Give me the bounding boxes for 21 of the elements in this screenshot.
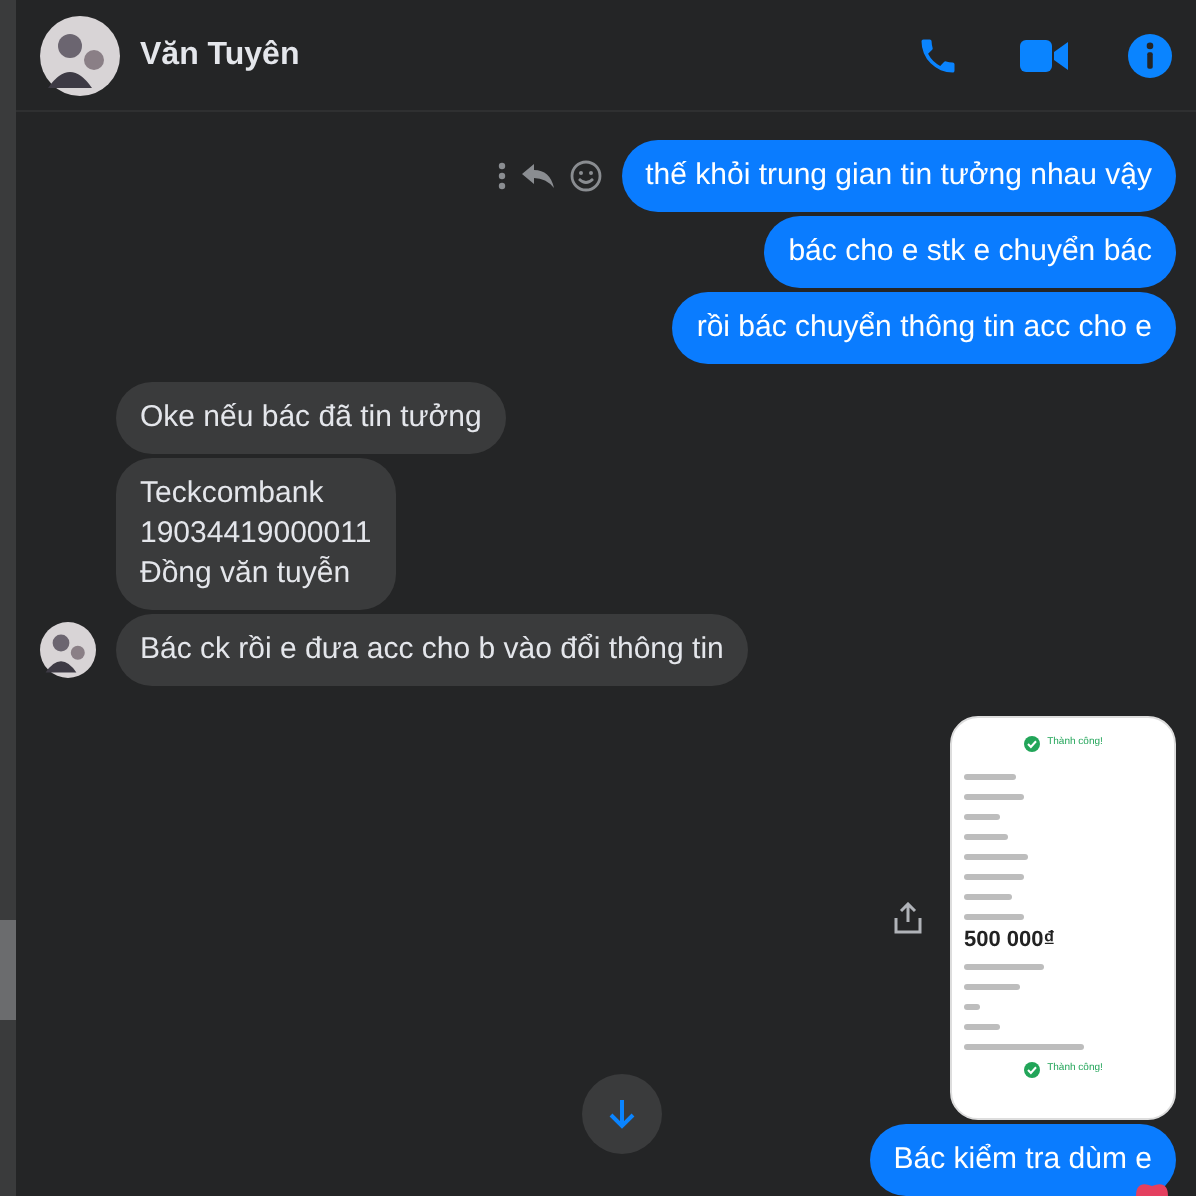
message-bubble[interactable]: Bác ck rồi e đưa acc cho b vào đổi thông tin	[116, 614, 748, 686]
avatar-icon	[40, 15, 120, 95]
check-icon	[1023, 1062, 1040, 1078]
message-bubble[interactable]: Bác kiểm tra dùm e	[869, 1124, 1176, 1196]
message-bubble[interactable]: rồi bác chuyển thông tin acc cho e	[672, 292, 1176, 364]
amount-text: 500 000₫	[962, 926, 1057, 954]
scrollbar[interactable]	[0, 0, 16, 1196]
scroll-down-button[interactable]	[582, 1074, 662, 1154]
down-arrow-icon	[608, 1098, 636, 1130]
info-icon[interactable]	[1128, 33, 1172, 77]
share-icon[interactable]	[894, 902, 922, 934]
reply-icon[interactable]	[521, 164, 554, 188]
smiley-icon[interactable]	[569, 160, 602, 192]
video-camera-icon[interactable]	[1020, 35, 1068, 75]
message-bubble[interactable]: bác cho e stk e chuyển bác	[764, 216, 1176, 288]
check-icon	[1023, 736, 1040, 752]
message-bubble[interactable]: thế khỏi trung gian tin tưởng nhau vậy	[621, 140, 1176, 212]
contact-name[interactable]: Văn Tuyên	[140, 31, 896, 79]
message-bubble[interactable]: Oke nếu bác đã tin tưởng	[116, 382, 506, 454]
message-bubble[interactable]: Teckcombank 19034419000011 Đồng văn tuyễn	[116, 458, 396, 610]
more-icon[interactable]	[497, 162, 506, 190]
